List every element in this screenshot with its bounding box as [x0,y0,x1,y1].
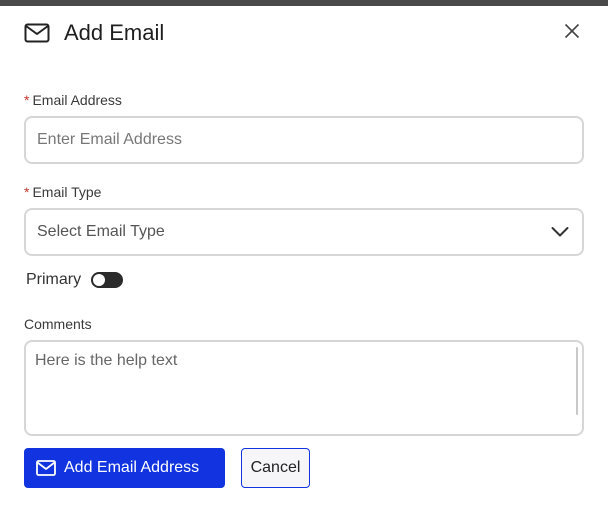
comments-scrollbar[interactable] [576,347,578,415]
mail-icon [36,460,56,476]
email-address-input[interactable] [24,116,584,164]
chevron-down-icon [550,224,570,240]
email-address-label-text: Email Address [32,92,122,108]
add-email-address-button[interactable]: Add Email Address [24,448,225,488]
comments-label: Comments [24,316,92,332]
close-icon [564,23,580,44]
dialog-header: Add Email [24,20,584,48]
add-email-address-label: Add Email Address [64,459,200,476]
close-button[interactable] [560,20,584,46]
comments-textarea[interactable] [24,340,584,436]
email-address-label: * Email Address [24,92,122,108]
email-type-label-text: Email Type [32,184,102,200]
email-type-selected-value: Select Email Type [37,223,165,240]
primary-toggle[interactable] [91,272,124,288]
required-mark: * [24,184,30,200]
toggle-knob [93,274,106,286]
dialog-title: Add Email [64,20,165,45]
cancel-button[interactable]: Cancel [241,448,310,488]
primary-toggle-row: Primary [26,270,124,290]
primary-label: Primary [26,271,82,288]
mail-icon [24,23,50,43]
email-type-select[interactable]: Select Email Type [24,208,584,256]
email-type-label: * Email Type [24,184,101,200]
add-email-dialog: Add Email *Email Address *Email Type Sel… [0,6,608,512]
required-mark: * [24,92,30,108]
